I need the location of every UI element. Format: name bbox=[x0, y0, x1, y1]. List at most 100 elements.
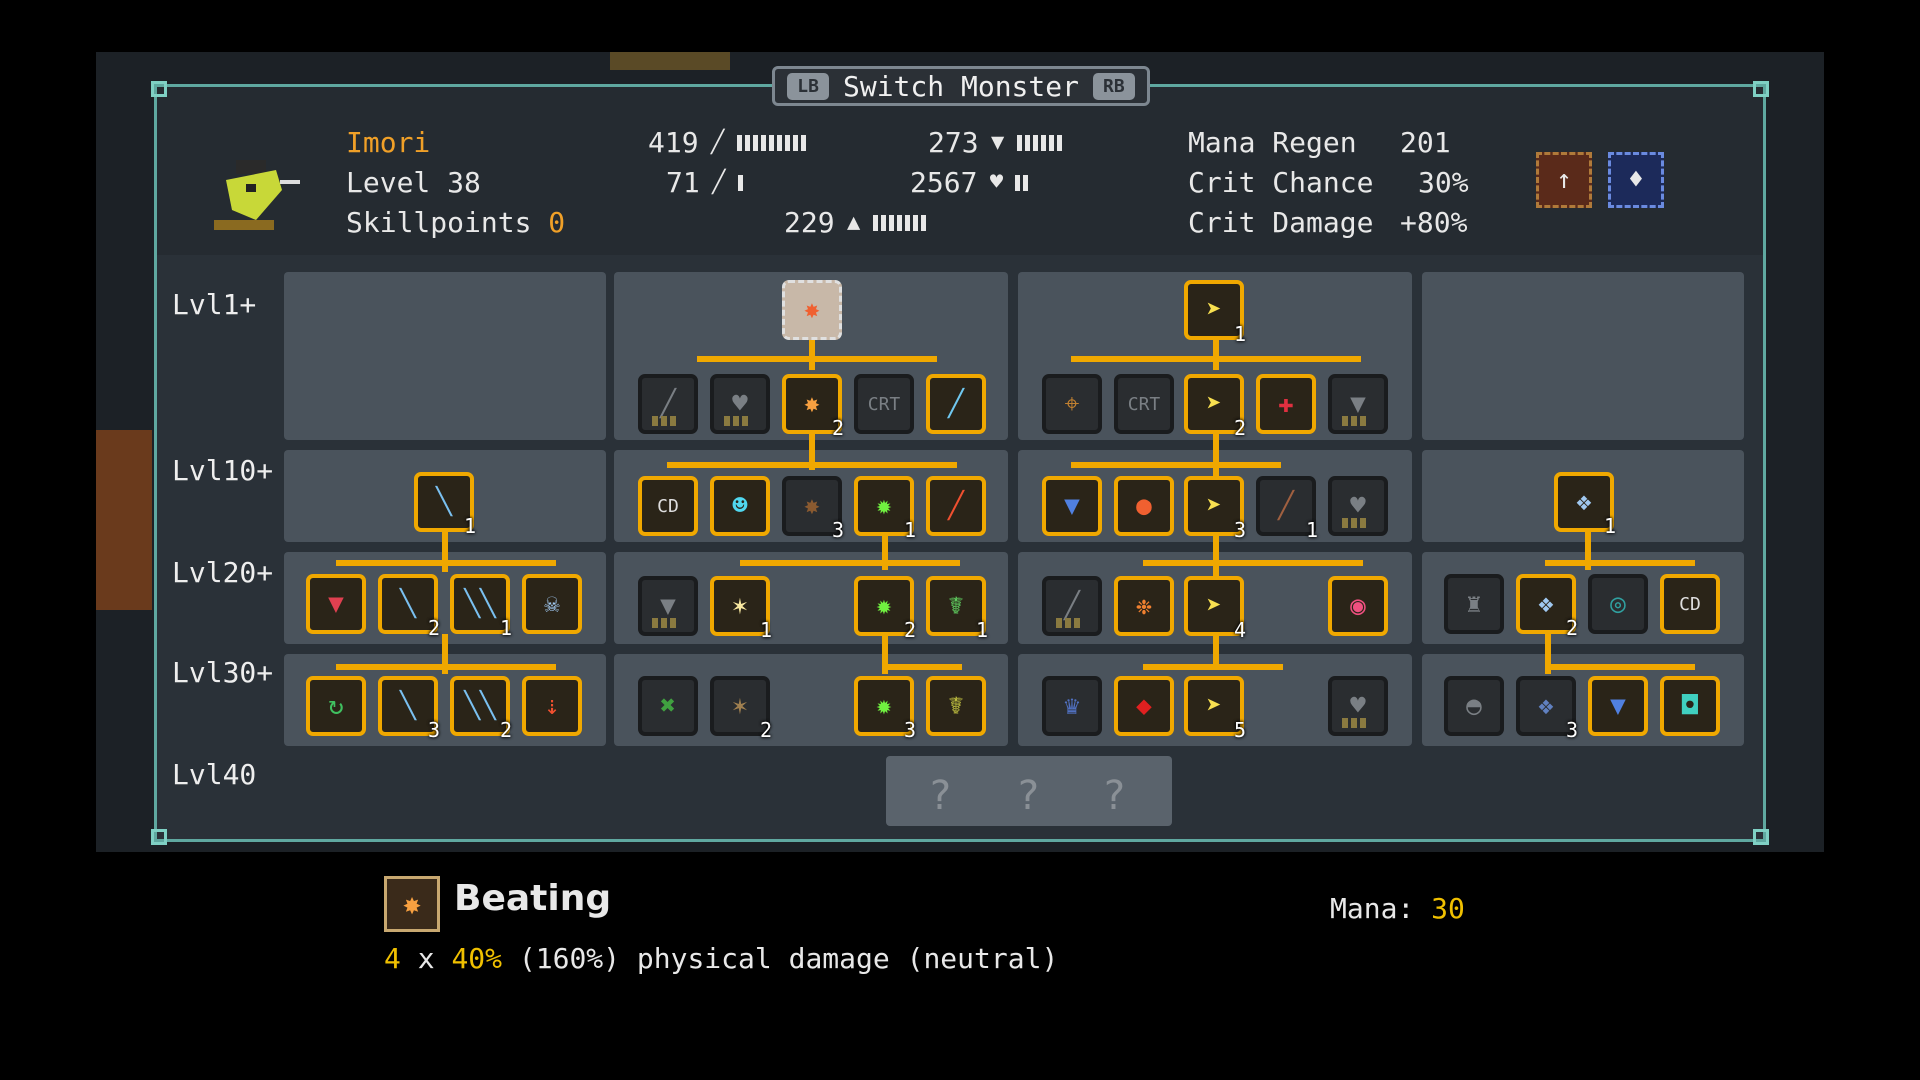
strike-skill-node[interactable]: ✶ 1 bbox=[710, 576, 772, 642]
unknown-skill-slot[interactable]: ? bbox=[910, 768, 970, 824]
row-label-lvl30: Lvl30+ bbox=[172, 656, 274, 689]
node-count: 2 bbox=[1565, 616, 1578, 640]
tree-connector bbox=[667, 462, 957, 468]
attack-stat-node[interactable]: ╱ bbox=[638, 374, 698, 434]
ice-crystal-skill-node[interactable]: ❖ 1 bbox=[1554, 472, 1616, 538]
cd-text: CD bbox=[657, 495, 679, 517]
defense-stat-node[interactable]: ▼ bbox=[638, 576, 698, 636]
tree-connector bbox=[1071, 462, 1281, 468]
node-count: 5 bbox=[1233, 718, 1246, 742]
snake-skill-node[interactable]: ☤ 1 bbox=[926, 576, 988, 642]
speed-arrows-skill-node[interactable]: ➤ 5 bbox=[1184, 676, 1246, 742]
shield-skill-node[interactable]: ▼ bbox=[1042, 476, 1102, 536]
heart-icon: ♥ bbox=[989, 170, 1004, 195]
armor-skill-node[interactable]: ♜ bbox=[1444, 574, 1504, 634]
beating-skill-node-selected[interactable]: ✸ bbox=[782, 280, 842, 340]
crt-text: CRT bbox=[867, 393, 901, 415]
teal-shield-skill-node[interactable]: ◘ bbox=[1660, 676, 1720, 736]
cross-skill-node[interactable]: ✖ bbox=[638, 676, 698, 736]
leaf-buff-icon[interactable]: ↑ bbox=[1536, 152, 1592, 208]
unknown-skill-slot[interactable]: ? bbox=[998, 768, 1058, 824]
tree-connector bbox=[1545, 560, 1695, 566]
node-count: 1 bbox=[1233, 322, 1246, 346]
background-brick bbox=[610, 52, 730, 70]
unknown-skill-slot[interactable]: ? bbox=[1084, 768, 1144, 824]
lb-button[interactable]: LB bbox=[787, 72, 829, 100]
triple-sword-skill-node[interactable]: ╲╲ 2 bbox=[450, 676, 512, 742]
beating-skill-icon: ✸ bbox=[384, 876, 440, 932]
panel-corner bbox=[151, 81, 167, 97]
row-label-lvl20: Lvl20+ bbox=[172, 556, 274, 589]
fire-shield-buff-icon[interactable]: ♦ bbox=[1608, 152, 1664, 208]
fire-blade-skill-node[interactable]: ╱ bbox=[926, 476, 986, 536]
demon-skill-node[interactable]: ☻ bbox=[710, 476, 770, 536]
speed-arrows-skill-node[interactable]: ➤ 2 bbox=[1184, 374, 1246, 440]
switch-monster-bar[interactable]: LB Switch Monster RB bbox=[772, 66, 1150, 106]
ring-skill-node[interactable]: ◎ bbox=[1588, 574, 1648, 634]
cycle-skill-node[interactable]: ↻ bbox=[306, 676, 366, 736]
defense-bar bbox=[1016, 134, 1062, 151]
triple-sword-skill-node[interactable]: ╲╲ 1 bbox=[450, 574, 512, 640]
monster-portrait bbox=[214, 160, 300, 230]
crit-stat-node[interactable]: CRT bbox=[1114, 374, 1174, 434]
ice-crystal-skill-node[interactable]: ❖ 3 bbox=[1516, 676, 1578, 742]
node-count: 3 bbox=[1233, 518, 1246, 542]
beating-skill-node[interactable]: ✸ 2 bbox=[782, 374, 844, 440]
sword-skill-node[interactable]: ╲ 3 bbox=[378, 676, 440, 742]
row-label-lvl1: Lvl1+ bbox=[172, 288, 257, 321]
skillpoints-label: Skillpoints bbox=[346, 206, 532, 239]
panel-corner bbox=[1753, 829, 1769, 845]
node-count: 1 bbox=[975, 618, 988, 642]
orb-skill-node[interactable]: ● bbox=[1114, 476, 1174, 536]
speed-arrows-skill-node[interactable]: ➤ 3 bbox=[1184, 476, 1246, 542]
stat-defense: 273 ▼ bbox=[928, 126, 1062, 159]
magic-orb-skill-node[interactable]: ◉ bbox=[1328, 576, 1388, 636]
snake-staff-skill-node[interactable]: ☤ bbox=[926, 676, 986, 736]
skull-skill-node[interactable]: ☠ bbox=[522, 574, 582, 634]
strike-skill-node[interactable]: ✶ 2 bbox=[710, 676, 772, 742]
tree-connector bbox=[336, 664, 556, 670]
heal-plus-skill-node[interactable]: ✚ bbox=[1256, 374, 1316, 434]
health-stat-node[interactable]: ♥ bbox=[710, 374, 770, 434]
cup-skill-node[interactable]: ▼ bbox=[306, 574, 366, 634]
node-count: 4 bbox=[1233, 618, 1246, 642]
node-count: 2 bbox=[831, 416, 844, 440]
blade-skill-node[interactable]: ╱ bbox=[926, 374, 986, 434]
health-stat-node[interactable]: ♥ bbox=[1328, 476, 1388, 536]
cooldown-skill-node[interactable]: CD bbox=[1660, 574, 1720, 634]
tree-connector bbox=[882, 664, 962, 670]
skill-mana-cost: Mana: 30 bbox=[1330, 892, 1465, 925]
target-skill-node[interactable]: ⌖ bbox=[1042, 374, 1102, 434]
staff-skill-node[interactable]: ╱ 1 bbox=[1256, 476, 1318, 542]
burst-skill-node[interactable]: ✸ 3 bbox=[782, 476, 844, 542]
helmet-skill-node[interactable]: ◓ bbox=[1444, 676, 1504, 736]
attack-stat-node[interactable]: ╱ bbox=[1042, 576, 1102, 636]
cooldown-skill-node[interactable]: CD bbox=[638, 476, 698, 536]
health-stat-node[interactable]: ♥ bbox=[1328, 676, 1388, 736]
tree-connector bbox=[336, 560, 556, 566]
magic-bar bbox=[737, 174, 743, 191]
speed-arrows-skill-node[interactable]: ➤ 4 bbox=[1184, 576, 1246, 642]
rb-button[interactable]: RB bbox=[1093, 72, 1135, 100]
node-count: 1 bbox=[499, 616, 512, 640]
desc-rest: (160%) physical damage (neutral) bbox=[518, 942, 1059, 975]
potion-skill-node[interactable]: ◆ bbox=[1114, 676, 1174, 736]
crown-skill-node[interactable]: ♛ bbox=[1042, 676, 1102, 736]
mana-label: Mana: bbox=[1330, 892, 1415, 925]
poison-burst-skill-node[interactable]: ✹ 2 bbox=[854, 576, 916, 642]
shield-skill-node[interactable]: ▼ bbox=[1588, 676, 1648, 736]
speed-arrows-skill-node[interactable]: ➤ 1 bbox=[1184, 280, 1246, 346]
attack-value: 419 bbox=[648, 126, 699, 159]
crit-damage-value: +80% bbox=[1400, 206, 1468, 239]
crit-stat-node[interactable]: CRT bbox=[854, 374, 914, 434]
defense-stat-node[interactable]: ▼ bbox=[1328, 374, 1388, 434]
ice-crystal-skill-node[interactable]: ❖ 2 bbox=[1516, 574, 1578, 640]
drumstick-skill-node[interactable]: ❉ bbox=[1114, 576, 1174, 636]
sword-skill-node[interactable]: ╲ 2 bbox=[378, 574, 440, 640]
sword-skill-node[interactable]: ╲ 1 bbox=[414, 472, 476, 538]
skillpoints-value: 0 bbox=[548, 206, 566, 239]
tree-cell bbox=[1422, 272, 1744, 440]
arrows-down-skill-node[interactable]: ⇣ bbox=[522, 676, 582, 736]
poison-burst-skill-node[interactable]: ✹ 1 bbox=[854, 476, 916, 542]
poison-burst-skill-node[interactable]: ✹ 3 bbox=[854, 676, 916, 742]
